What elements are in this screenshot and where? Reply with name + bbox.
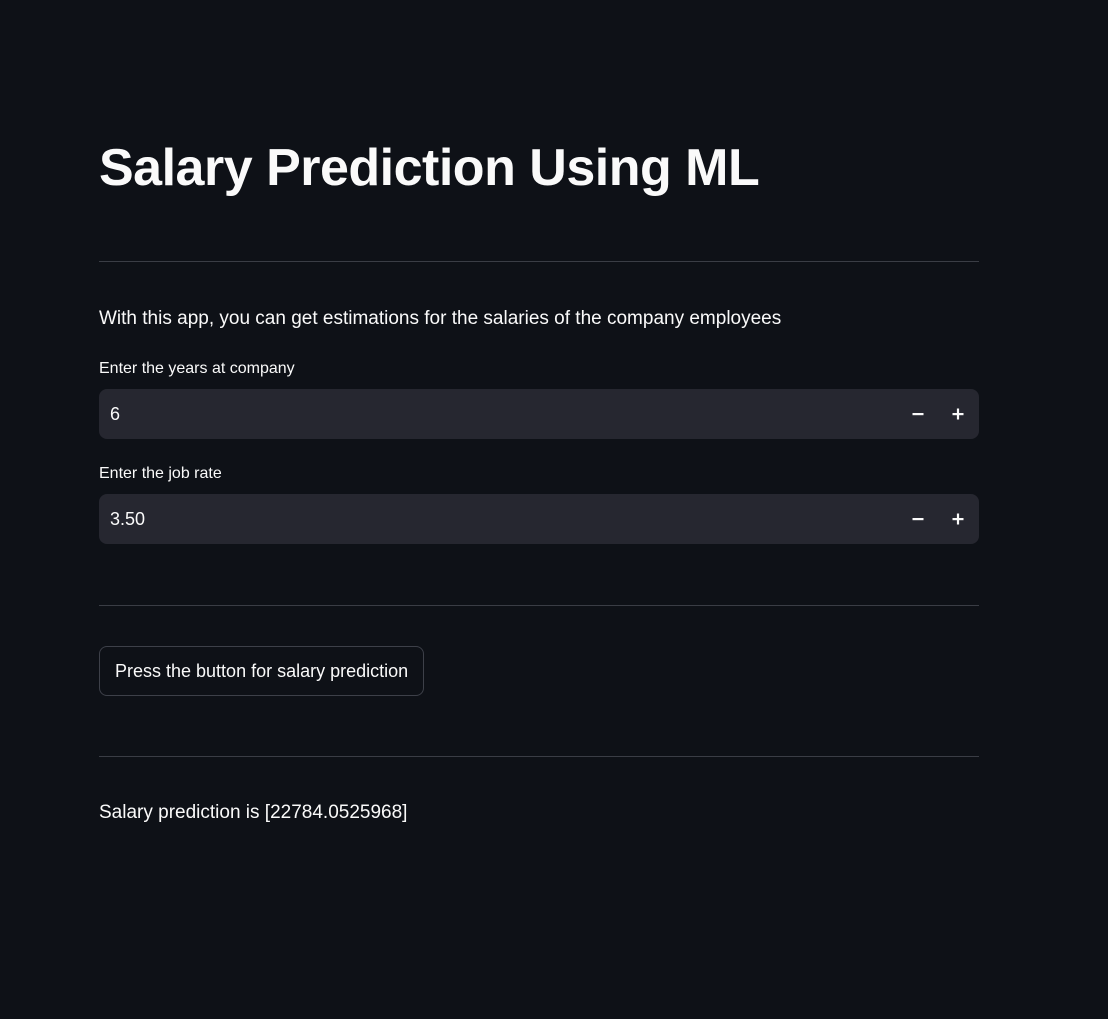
- job-rate-input-field[interactable]: 3.50: [110, 494, 145, 544]
- minus-icon: [912, 518, 924, 521]
- job-rate-increment-button[interactable]: [938, 494, 978, 544]
- years-input-field[interactable]: 6: [110, 389, 120, 439]
- app-page: Salary Prediction Using ML With this app…: [0, 0, 1108, 1019]
- job-rate-decrement-button[interactable]: [898, 494, 938, 544]
- divider-bottom: [99, 756, 979, 757]
- plus-icon: [952, 513, 964, 525]
- predict-salary-button[interactable]: Press the button for salary prediction: [99, 646, 425, 696]
- years-decrement-button[interactable]: [898, 389, 938, 439]
- years-input-label: Enter the years at company: [99, 360, 295, 377]
- page-title: Salary Prediction Using ML: [99, 139, 760, 197]
- years-number-input: 6: [99, 389, 979, 439]
- job-rate-input-label: Enter the job rate: [99, 465, 222, 482]
- years-increment-button[interactable]: [938, 389, 978, 439]
- app-description: With this app, you can get estimations f…: [99, 308, 782, 329]
- divider-middle: [99, 605, 979, 606]
- plus-icon: [952, 408, 964, 420]
- minus-icon: [912, 413, 924, 416]
- salary-prediction-result: Salary prediction is [22784.0525968]: [99, 802, 408, 823]
- job-rate-number-input: 3.50: [99, 494, 979, 544]
- divider-top: [99, 261, 979, 262]
